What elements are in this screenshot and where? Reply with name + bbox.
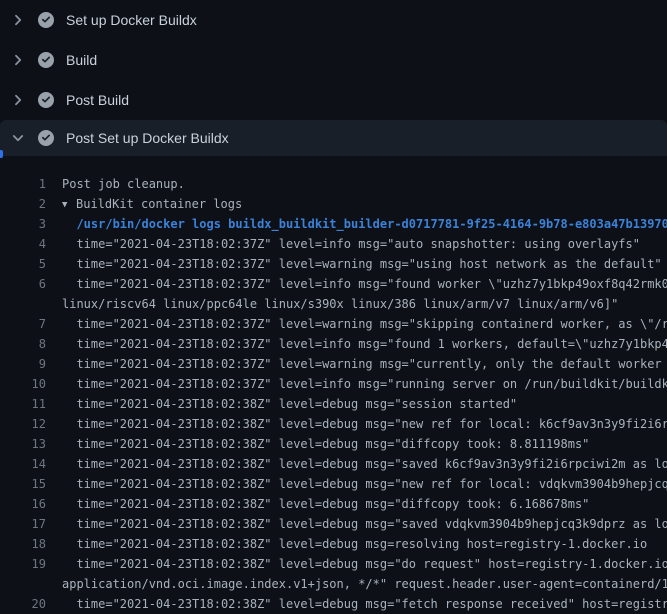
actions-log-viewer: Set up Docker Buildx Build Post Build Po… (0, 0, 667, 614)
log-line-number[interactable]: 1 (0, 174, 46, 194)
log-area: 1 Post job cleanup. 2 ▼BuildKit containe… (0, 156, 667, 614)
chevron-right-icon (10, 12, 26, 28)
log-line-number[interactable]: 8 (0, 334, 46, 354)
log-line-text: time="2021-04-23T18:02:37Z" level=info m… (62, 374, 667, 394)
log-line-number[interactable]: 4 (0, 234, 46, 254)
step-header-post-set-up-docker-buildx[interactable]: Post Set up Docker Buildx (0, 120, 667, 156)
log-line: 4 time="2021-04-23T18:02:37Z" level=info… (0, 234, 667, 254)
log-line-text: time="2021-04-23T18:02:38Z" level=debug … (62, 394, 517, 414)
step-title: Build (66, 52, 97, 68)
log-line: 20 time="2021-04-23T18:02:38Z" level=deb… (0, 594, 667, 614)
log-line-number[interactable]: 10 (0, 374, 46, 394)
log-line-text: time="2021-04-23T18:02:38Z" level=debug … (62, 494, 589, 514)
log-line: 3 /usr/bin/docker logs buildx_buildkit_b… (0, 214, 667, 234)
step-header-post-build[interactable]: Post Build (0, 80, 667, 120)
log-line-text: application/vnd.oci.image.index.v1+json,… (62, 574, 667, 594)
log-line-number[interactable]: 9 (0, 354, 46, 374)
log-line-number[interactable]: 14 (0, 454, 46, 474)
log-line-number[interactable]: 11 (0, 394, 46, 414)
log-line: 19 time="2021-04-23T18:02:38Z" level=deb… (0, 554, 667, 574)
log-line: linux/riscv64 linux/ppc64le linux/s390x … (0, 294, 667, 314)
log-line-text: time="2021-04-23T18:02:38Z" level=debug … (62, 454, 667, 474)
log-line-text: time="2021-04-23T18:02:37Z" level=info m… (62, 334, 667, 354)
log-line-text: time="2021-04-23T18:02:37Z" level=warnin… (62, 314, 667, 334)
log-line: 17 time="2021-04-23T18:02:38Z" level=deb… (0, 514, 667, 534)
log-line: 5 time="2021-04-23T18:02:37Z" level=warn… (0, 254, 667, 274)
log-line-text: time="2021-04-23T18:02:37Z" level=info m… (62, 234, 640, 254)
log-line: 13 time="2021-04-23T18:02:38Z" level=deb… (0, 434, 667, 454)
step-title: Set up Docker Buildx (66, 12, 197, 28)
log-line-text: time="2021-04-23T18:02:38Z" level=debug … (62, 534, 647, 554)
log-line-number[interactable]: 5 (0, 254, 46, 274)
log-line-text: time="2021-04-23T18:02:38Z" level=debug … (62, 414, 667, 434)
log-line: 16 time="2021-04-23T18:02:38Z" level=deb… (0, 494, 667, 514)
log-line: 2 ▼BuildKit container logs (0, 194, 667, 214)
log-line-text: time="2021-04-23T18:02:38Z" level=debug … (62, 554, 667, 574)
step-header-set-up-docker-buildx[interactable]: Set up Docker Buildx (0, 0, 667, 40)
log-line-text: time="2021-04-23T18:02:37Z" level=warnin… (62, 354, 667, 374)
log-line: 10 time="2021-04-23T18:02:37Z" level=inf… (0, 374, 667, 394)
log-line-number[interactable]: 2 (0, 194, 46, 214)
check-circle-icon (38, 52, 54, 68)
log-line: 14 time="2021-04-23T18:02:38Z" level=deb… (0, 454, 667, 474)
log-line: 11 time="2021-04-23T18:02:38Z" level=deb… (0, 394, 667, 414)
log-line-number[interactable]: 19 (0, 554, 46, 574)
log-line: 15 time="2021-04-23T18:02:38Z" level=deb… (0, 474, 667, 494)
log-line: 18 time="2021-04-23T18:02:38Z" level=deb… (0, 534, 667, 554)
log-line: 9 time="2021-04-23T18:02:37Z" level=warn… (0, 354, 667, 374)
chevron-right-icon (10, 92, 26, 108)
chevron-down-icon (10, 130, 26, 146)
log-line: application/vnd.oci.image.index.v1+json,… (0, 574, 667, 594)
focus-accent (0, 150, 3, 158)
log-group-toggle[interactable]: ▼BuildKit container logs (62, 194, 242, 214)
log-line-text: time="2021-04-23T18:02:37Z" level=warnin… (62, 254, 662, 274)
check-circle-icon (38, 130, 54, 146)
log-line: 12 time="2021-04-23T18:02:38Z" level=deb… (0, 414, 667, 434)
log-line-text: time="2021-04-23T18:02:38Z" level=debug … (62, 434, 589, 454)
log-line-number[interactable]: 6 (0, 274, 46, 294)
check-circle-icon (38, 12, 54, 28)
log-line-number[interactable]: 3 (0, 214, 46, 234)
log-line-text: /usr/bin/docker logs buildx_buildkit_bui… (62, 214, 667, 234)
log-line-number (0, 294, 46, 314)
log-line-number (0, 574, 46, 594)
log-line-text: time="2021-04-23T18:02:37Z" level=info m… (62, 274, 667, 294)
log-line-text: time="2021-04-23T18:02:38Z" level=debug … (62, 594, 667, 614)
log-line-text: time="2021-04-23T18:02:38Z" level=debug … (62, 514, 667, 534)
log-line-number[interactable]: 18 (0, 534, 46, 554)
log-line-number[interactable]: 12 (0, 414, 46, 434)
log-line-text: time="2021-04-23T18:02:38Z" level=debug … (62, 474, 667, 494)
log-line-text: linux/riscv64 linux/ppc64le linux/s390x … (62, 294, 618, 314)
chevron-right-icon (10, 52, 26, 68)
log-line-number[interactable]: 17 (0, 514, 46, 534)
log-line: 7 time="2021-04-23T18:02:37Z" level=warn… (0, 314, 667, 334)
log-line-number[interactable]: 7 (0, 314, 46, 334)
log-line-number[interactable]: 13 (0, 434, 46, 454)
log-line-number[interactable]: 16 (0, 494, 46, 514)
log-line: 8 time="2021-04-23T18:02:37Z" level=info… (0, 334, 667, 354)
step-title: Post Set up Docker Buildx (66, 130, 229, 146)
group-expanded-triangle-icon: ▼ (62, 195, 76, 214)
log-line: 1 Post job cleanup. (0, 174, 667, 194)
log-line-number[interactable]: 15 (0, 474, 46, 494)
step-header-build[interactable]: Build (0, 40, 667, 80)
steps-list: Set up Docker Buildx Build Post Build Po… (0, 0, 667, 156)
check-circle-icon (38, 92, 54, 108)
log-line-text: Post job cleanup. (62, 174, 185, 194)
log-line: 6 time="2021-04-23T18:02:37Z" level=info… (0, 274, 667, 294)
log-line-number[interactable]: 20 (0, 594, 46, 614)
step-title: Post Build (66, 92, 129, 108)
